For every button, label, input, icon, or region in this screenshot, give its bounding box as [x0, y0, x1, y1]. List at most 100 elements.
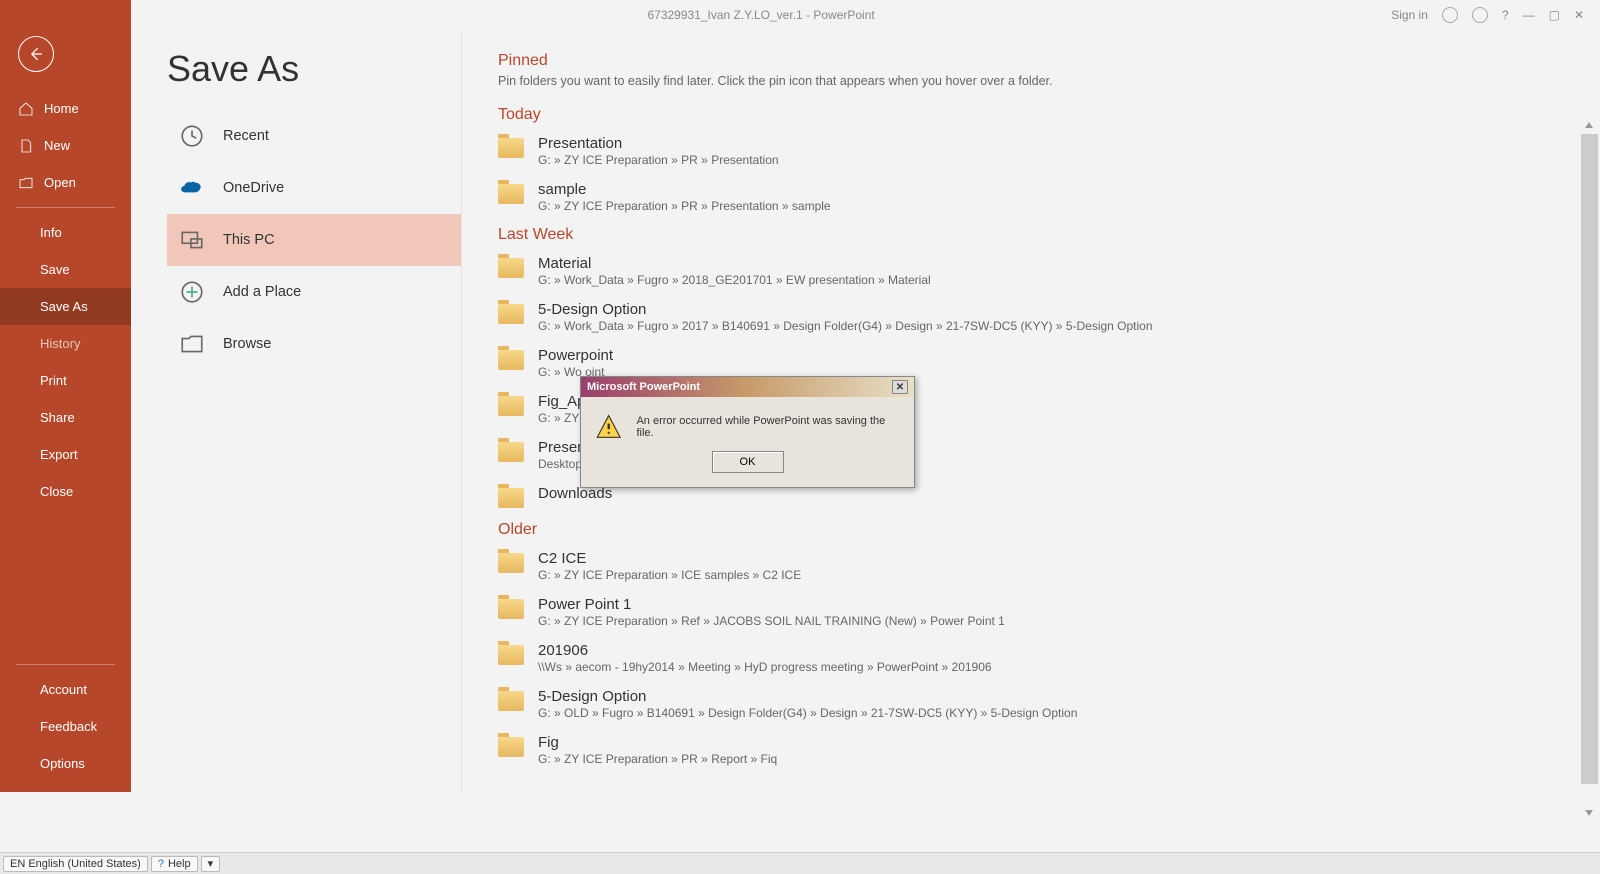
back-button[interactable] — [18, 36, 54, 72]
section-today: Today — [498, 106, 1590, 124]
section-lastweek: Last Week — [498, 226, 1590, 244]
status-language[interactable]: EN English (United States) — [3, 856, 148, 872]
folder-item[interactable]: Power Point 1G: » ZY ICE Preparation » R… — [498, 589, 1590, 635]
folder-item[interactable]: MaterialG: » Work_Data » Fugro » 2018_GE… — [498, 248, 1590, 294]
location-browse[interactable]: Browse — [167, 318, 461, 370]
thispc-icon — [177, 227, 207, 253]
backstage-sidebar: Home New Open Info Save Save As History … — [0, 0, 131, 792]
sidebar-item-share[interactable]: Share — [0, 399, 131, 436]
location-thispc[interactable]: This PC — [167, 214, 461, 266]
folder-path: G: » ZY ICE Preparation » PR » Report » … — [538, 752, 777, 766]
sidebar-item-save[interactable]: Save — [0, 251, 131, 288]
addplace-icon — [177, 279, 207, 305]
sidebar-item-open[interactable]: Open — [0, 164, 131, 201]
close-window-button[interactable]: ✕ — [1574, 8, 1584, 22]
error-dialog: Microsoft PowerPoint ✕ An error occurred… — [580, 376, 915, 488]
location-addplace[interactable]: Add a Place — [167, 266, 461, 318]
locations-panel: Recent OneDrive This PC Add a Place Brow… — [131, 30, 462, 792]
sidebar-item-home[interactable]: Home — [0, 90, 131, 127]
sidebar-item-saveas[interactable]: Save As — [0, 288, 131, 325]
sidebar-new-label: New — [44, 138, 70, 153]
folder-path: G: » OLD » Fugro » B140691 » Design Fold… — [538, 706, 1077, 720]
sidebar-open-label: Open — [44, 175, 76, 190]
folder-name: Material — [538, 255, 931, 272]
folder-item[interactable]: 201906\\Ws » aecom - 19hy2014 » Meeting … — [498, 635, 1590, 681]
folder-icon — [498, 599, 524, 619]
section-older: Older — [498, 521, 1590, 539]
folder-name: sample — [538, 181, 831, 198]
folder-path: G: » ZY ICE Preparation » PR » Presentat… — [538, 153, 779, 167]
section-pinned: Pinned — [498, 52, 1590, 70]
home-icon — [18, 101, 34, 117]
status-dropdown[interactable]: ▾ — [201, 856, 221, 872]
folder-name: Fig — [538, 734, 777, 751]
dialog-ok-button[interactable]: OK — [712, 451, 784, 473]
clock-icon — [177, 123, 207, 149]
folder-name: 201906 — [538, 642, 992, 659]
open-icon — [18, 175, 34, 191]
dialog-title-text: Microsoft PowerPoint — [587, 381, 700, 393]
dialog-titlebar[interactable]: Microsoft PowerPoint ✕ — [581, 377, 914, 397]
folder-name: 5-Design Option — [538, 301, 1153, 318]
maximize-button[interactable]: ▢ — [1549, 8, 1560, 22]
help-icon[interactable]: ? — [1502, 8, 1509, 22]
folder-icon — [498, 442, 524, 462]
location-onedrive[interactable]: OneDrive — [167, 162, 461, 214]
folder-icon — [498, 691, 524, 711]
signin-link[interactable]: Sign in — [1391, 8, 1428, 22]
folder-icon — [498, 645, 524, 665]
folder-name: Presentation — [538, 135, 779, 152]
sad-face-icon[interactable] — [1472, 7, 1488, 23]
sidebar-item-close[interactable]: Close — [0, 473, 131, 510]
sidebar-item-info[interactable]: Info — [0, 214, 131, 251]
browse-icon — [177, 331, 207, 357]
folder-item[interactable]: FigG: » ZY ICE Preparation » PR » Report… — [498, 727, 1590, 773]
sidebar-item-export[interactable]: Export — [0, 436, 131, 473]
statusbar: EN English (United States) ?Help ▾ — [0, 852, 1600, 874]
folder-icon — [498, 737, 524, 757]
folder-path: G: » ZY ICE Preparation » PR » Presentat… — [538, 199, 831, 213]
folder-name: Fig_Ap — [538, 393, 586, 410]
location-browse-label: Browse — [223, 336, 271, 352]
sidebar-item-feedback[interactable]: Feedback — [0, 708, 131, 745]
scrollbar[interactable] — [1581, 134, 1598, 804]
new-icon — [18, 138, 34, 154]
folder-icon — [498, 396, 524, 416]
location-addplace-label: Add a Place — [223, 284, 301, 300]
dialog-close-button[interactable]: ✕ — [892, 380, 908, 394]
folder-item[interactable]: 5-Design OptionG: » OLD » Fugro » B14069… — [498, 681, 1590, 727]
folder-name: Powerpoint — [538, 347, 613, 364]
status-help[interactable]: ?Help — [151, 856, 198, 872]
folder-icon — [498, 138, 524, 158]
window-title: 67329931_Ivan Z.Y.LO_ver.1 - PowerPoint — [131, 8, 1391, 22]
folder-path: G: » ZY — [538, 411, 586, 425]
folder-path: G: » Work_Data » Fugro » 2017 » B140691 … — [538, 319, 1153, 333]
folder-name: C2 ICE — [538, 550, 801, 567]
folder-item[interactable]: C2 ICEG: » ZY ICE Preparation » ICE samp… — [498, 543, 1590, 589]
folder-path: \\Ws » aecom - 19hy2014 » Meeting » HyD … — [538, 660, 992, 674]
minimize-button[interactable]: — — [1523, 8, 1535, 22]
folder-name: Power Point 1 — [538, 596, 1005, 613]
folder-item[interactable]: sampleG: » ZY ICE Preparation » PR » Pre… — [498, 174, 1590, 220]
sidebar-item-options[interactable]: Options — [0, 745, 131, 782]
folder-path: G: » ZY ICE Preparation » Ref » JACOBS S… — [538, 614, 1005, 628]
sidebar-item-print[interactable]: Print — [0, 362, 131, 399]
sidebar-item-account[interactable]: Account — [0, 671, 131, 708]
folder-item[interactable]: PresentationG: » ZY ICE Preparation » PR… — [498, 128, 1590, 174]
folder-icon — [498, 258, 524, 278]
folder-path: G: » ZY ICE Preparation » ICE samples » … — [538, 568, 801, 582]
folder-path: G: » Work_Data » Fugro » 2018_GE201701 »… — [538, 273, 931, 287]
folder-icon — [498, 304, 524, 324]
location-onedrive-label: OneDrive — [223, 180, 284, 196]
warning-icon — [595, 413, 622, 441]
sidebar-item-history[interactable]: History — [0, 325, 131, 362]
happy-face-icon[interactable] — [1442, 7, 1458, 23]
scrollbar-thumb[interactable] — [1581, 134, 1598, 784]
dialog-message: An error occurred while PowerPoint was s… — [636, 415, 900, 439]
folder-item[interactable]: 5-Design OptionG: » Work_Data » Fugro » … — [498, 294, 1590, 340]
sidebar-item-new[interactable]: New — [0, 127, 131, 164]
folder-name: 5-Design Option — [538, 688, 1077, 705]
folder-icon — [498, 488, 524, 508]
location-recent[interactable]: Recent — [167, 110, 461, 162]
pinned-hint: Pin folders you want to easily find late… — [498, 74, 1590, 88]
